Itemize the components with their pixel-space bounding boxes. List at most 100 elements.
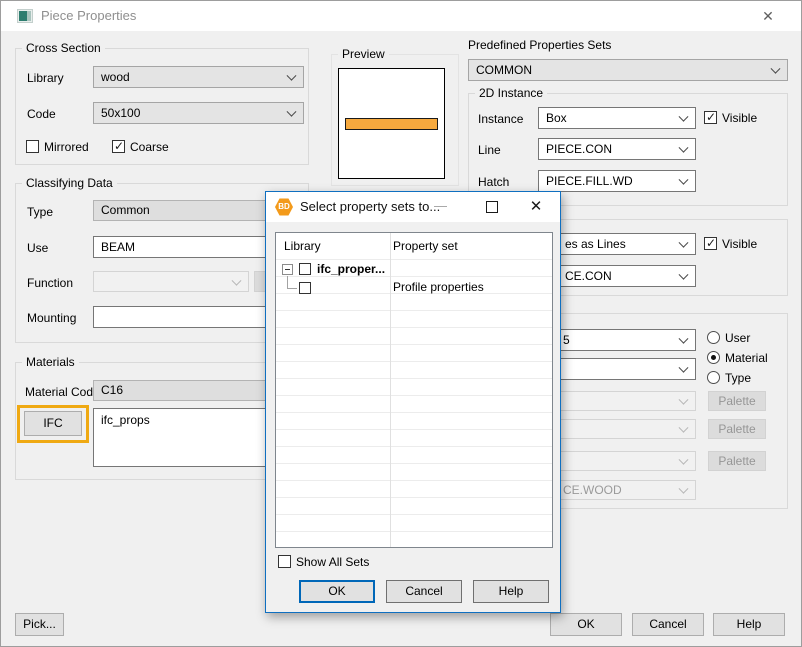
3d-line-dropdown[interactable]: CE.CON [538, 265, 696, 287]
material-wood-value: CE.WOOD [563, 483, 622, 497]
use-value: BEAM [101, 240, 135, 254]
modal-cancel-button[interactable]: Cancel [386, 580, 462, 603]
appearance-dropdown-2[interactable] [538, 358, 696, 380]
library-label: Library [27, 71, 64, 85]
chevron-down-icon [679, 334, 689, 344]
piece-properties-dialog: Piece Properties ✕ Cross Section Library… [0, 0, 802, 647]
chevron-down-icon [232, 275, 242, 285]
chevron-down-icon [679, 423, 689, 433]
chevron-down-icon [679, 395, 689, 405]
type-radio-label: Type [725, 371, 751, 385]
type-label: Type [27, 205, 53, 219]
column-divider [390, 233, 391, 547]
cancel-button[interactable]: Cancel [632, 613, 704, 636]
3d-instance-dropdown[interactable]: es as Lines [538, 233, 696, 255]
chevron-down-icon [679, 455, 689, 465]
coarse-checkbox[interactable] [112, 140, 125, 153]
tree-line [287, 288, 297, 289]
chevron-down-icon [679, 175, 689, 185]
material-wood-dropdown: CE.WOOD [538, 480, 696, 500]
tree-collapse-icon[interactable] [282, 264, 293, 275]
close-icon[interactable]: ✕ [755, 6, 781, 26]
code-value: 50x100 [101, 106, 140, 120]
window-title: Piece Properties [41, 8, 136, 23]
chevron-down-icon [287, 71, 297, 81]
cross-section-title: Cross Section [22, 41, 105, 55]
library-row-label: ifc_proper... [317, 262, 385, 276]
classifying-data-title: Classifying Data [22, 176, 117, 190]
type-radio[interactable] [707, 371, 720, 384]
property-set-checkbox[interactable] [299, 282, 311, 294]
2d-visible-label: Visible [722, 111, 757, 125]
3d-visible-label: Visible [722, 237, 757, 251]
materials-title: Materials [22, 355, 79, 369]
show-all-sets-checkbox[interactable] [278, 555, 291, 568]
property-set-column-header: Property set [393, 239, 458, 253]
library-checkbox[interactable] [299, 263, 311, 275]
type-value: Common [101, 203, 150, 217]
line-label: Line [478, 143, 501, 157]
2d-visible-checkbox[interactable] [704, 111, 717, 124]
user-radio[interactable] [707, 331, 720, 344]
hatch-dropdown[interactable]: PIECE.FILL.WD [538, 170, 696, 192]
library-column-header: Library [284, 239, 321, 253]
instance-label: Instance [478, 112, 523, 126]
help-button[interactable]: Help [713, 613, 785, 636]
hatch-value: PIECE.FILL.WD [546, 174, 633, 188]
code-label: Code [27, 107, 56, 121]
modal-help-button[interactable]: Help [473, 580, 549, 603]
chevron-down-icon [679, 143, 689, 153]
instance-value: Box [546, 111, 567, 125]
material-radio-label: Material [725, 351, 768, 365]
modal-title-bar: BD Select property sets to... ✕ [266, 192, 560, 222]
use-label: Use [27, 241, 48, 255]
hatch-label: Hatch [478, 175, 509, 189]
predefined-sets-dropdown[interactable]: COMMON [468, 59, 788, 81]
ok-button[interactable]: OK [550, 613, 622, 636]
instance-dropdown[interactable]: Box [538, 107, 696, 129]
material-radio[interactable] [707, 351, 720, 364]
code-dropdown[interactable]: 50x100 [93, 102, 304, 124]
preview-cross-section-bar [345, 118, 438, 130]
3d-instance-value: es as Lines [565, 237, 626, 251]
chevron-down-icon [771, 64, 781, 74]
palette-button-3: Palette [708, 451, 766, 471]
function-dropdown [93, 271, 249, 292]
library-dropdown[interactable]: wood [93, 66, 304, 88]
preview-title: Preview [338, 47, 389, 61]
library-value: wood [101, 70, 130, 84]
modal-title: Select property sets to... [300, 199, 440, 214]
title-bar: Piece Properties ✕ [1, 1, 801, 31]
ifc-button[interactable]: IFC [24, 411, 82, 436]
predefined-sets-value: COMMON [476, 63, 532, 77]
mirrored-label: Mirrored [44, 140, 89, 154]
palette-button-2: Palette [708, 419, 766, 439]
mirrored-checkbox[interactable] [26, 140, 39, 153]
modal-close-icon[interactable]: ✕ [524, 196, 548, 218]
maximize-icon[interactable] [486, 201, 498, 213]
2d-instance-title: 2D Instance [475, 86, 547, 100]
bd-app-icon: BD [275, 198, 293, 216]
property-sets-table[interactable]: Library Property set ifc_proper... Profi… [275, 232, 553, 548]
tree-line [287, 276, 288, 288]
chevron-down-icon [679, 238, 689, 248]
3d-line-value: CE.CON [565, 269, 612, 283]
show-all-sets-label: Show All Sets [296, 555, 369, 569]
ifc-props-value: ifc_props [101, 413, 150, 427]
color-dropdown-3 [538, 451, 696, 471]
table-grid [276, 259, 552, 547]
modal-ok-button[interactable]: OK [299, 580, 375, 603]
function-label: Function [27, 276, 73, 290]
chevron-down-icon [287, 107, 297, 117]
line-dropdown[interactable]: PIECE.CON [538, 138, 696, 160]
3d-visible-checkbox[interactable] [704, 237, 717, 250]
appearance-dropdown-1[interactable]: 5 [538, 329, 696, 351]
palette-button-1: Palette [708, 391, 766, 411]
chevron-down-icon [679, 484, 689, 494]
predefined-sets-label: Predefined Properties Sets [468, 38, 611, 52]
material-code-value: C16 [101, 383, 123, 397]
chevron-down-icon [679, 270, 689, 280]
user-radio-label: User [725, 331, 750, 345]
pick-button[interactable]: Pick... [15, 613, 64, 636]
color-dropdown-2 [538, 419, 696, 439]
